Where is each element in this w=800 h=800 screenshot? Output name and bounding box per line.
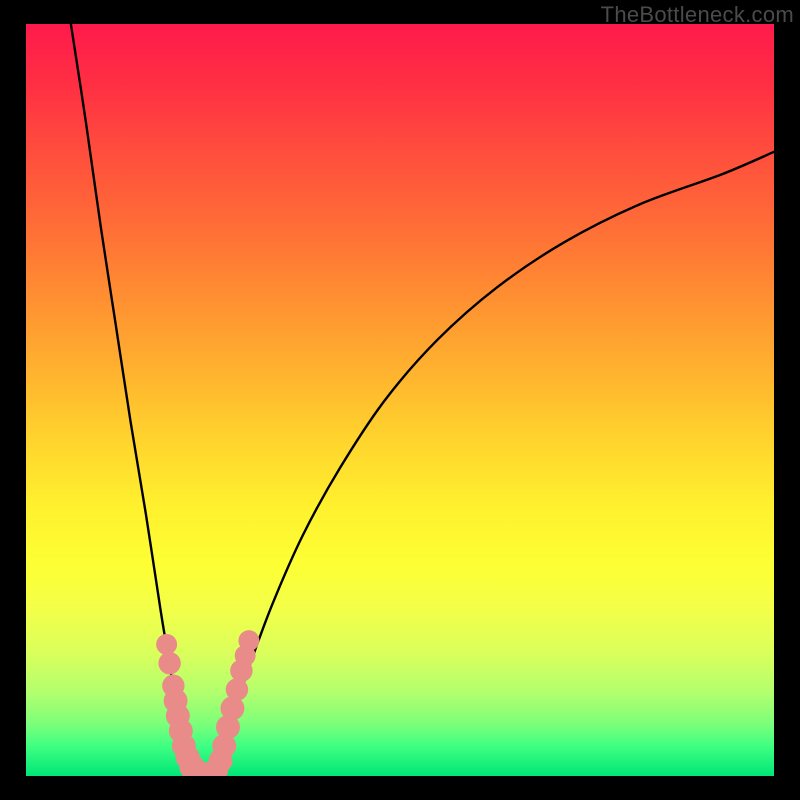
marker-dot (226, 678, 248, 700)
chart-svg (26, 24, 774, 776)
marker-dot (238, 630, 259, 651)
chart-frame: TheBottleneck.com (0, 0, 800, 800)
curve-right (213, 152, 774, 776)
marker-dot (156, 634, 177, 655)
highlight-dots (156, 630, 259, 776)
marker-dot (158, 652, 180, 674)
plot-area (26, 24, 774, 776)
watermark-text: TheBottleneck.com (601, 2, 794, 28)
